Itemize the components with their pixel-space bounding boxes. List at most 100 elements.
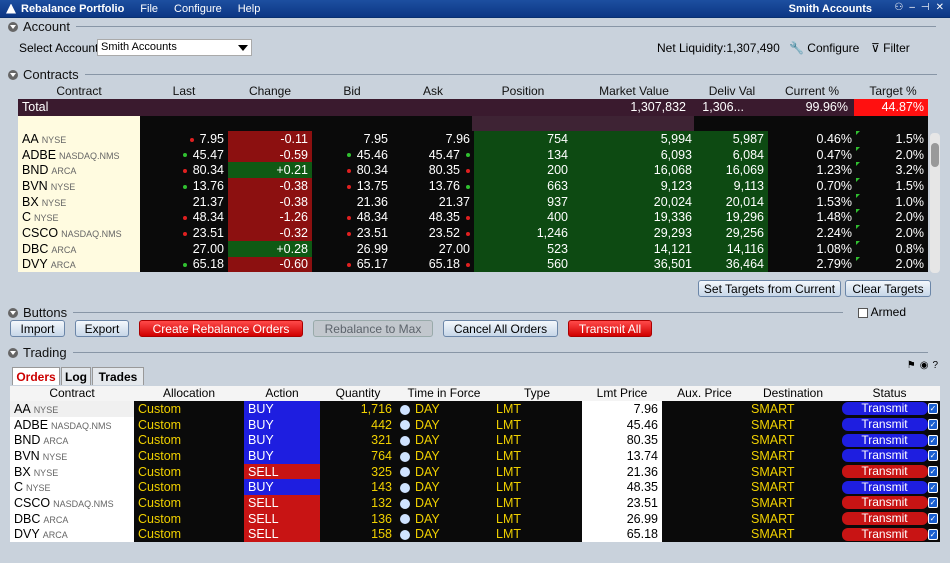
dropdown-icon[interactable] — [400, 404, 410, 415]
aux-price-cell[interactable] — [662, 510, 747, 527]
destination-cell[interactable]: SMART — [747, 510, 839, 527]
collapse-icon[interactable] — [8, 307, 18, 318]
configure-button[interactable]: 🔧 Configure — [789, 41, 859, 55]
menu-help[interactable]: Help — [238, 3, 261, 15]
buttons-section-header[interactable]: Buttons — [8, 305, 844, 320]
help-icon[interactable]: ? — [932, 360, 938, 371]
lmt-price-cell[interactable]: 48.35 — [582, 479, 662, 496]
total-target-pct[interactable]: 44.87% — [854, 99, 928, 116]
contract-row[interactable]: C NYSE 48.34 -1.26 48.34 48.35 400 19,336 19,296… — [18, 209, 928, 226]
lmt-price-cell[interactable]: 65.18 — [582, 526, 662, 543]
col-quantity[interactable]: Quantity — [320, 386, 396, 401]
action-cell[interactable]: SELL — [244, 495, 320, 511]
action-cell[interactable]: SELL — [244, 463, 320, 480]
transmit-button[interactable]: Transmit — [841, 418, 928, 432]
transmit-all-button[interactable]: Transmit All — [568, 320, 652, 337]
target-pct-cell[interactable]: 2.0% — [856, 146, 928, 163]
close-icon[interactable]: ✕ — [936, 2, 944, 13]
target-pct-cell[interactable]: 1.5% — [856, 178, 928, 194]
account-section-header[interactable]: Account — [8, 19, 936, 34]
action-cell[interactable]: BUY — [244, 401, 320, 417]
check-icon[interactable]: ✓ — [928, 434, 938, 446]
dropdown-icon[interactable] — [400, 514, 410, 525]
destination-cell[interactable]: SMART — [747, 495, 839, 511]
contract-row[interactable]: BVN NYSE 13.76 -0.38 13.75 13.76 663 9,123 9,113… — [18, 178, 928, 194]
transmit-button[interactable]: Transmit — [841, 496, 928, 510]
collapse-icon[interactable] — [8, 347, 18, 358]
contract-symbol[interactable]: AA NYSE — [18, 131, 140, 147]
export-button[interactable]: Export — [75, 320, 129, 337]
order-row[interactable]: DVY ARCA Custom SELL 158 DAY LMT 65.18 SMART Tran… — [10, 526, 940, 543]
type-cell[interactable]: LMT — [492, 401, 582, 417]
col-contract[interactable]: Contract — [18, 84, 140, 98]
tif-cell[interactable]: DAY — [396, 479, 492, 496]
quantity-cell[interactable]: 321 — [320, 432, 396, 449]
link-icon[interactable]: ⚇ — [894, 2, 903, 13]
col-order-contract[interactable]: Contract — [10, 386, 134, 401]
check-icon[interactable]: ✓ — [928, 419, 938, 431]
tif-cell[interactable]: DAY — [396, 510, 492, 527]
check-icon[interactable]: ✓ — [928, 481, 938, 493]
check-icon[interactable]: ✓ — [928, 497, 938, 509]
transmit-button[interactable]: Transmit — [841, 465, 928, 479]
dropdown-icon[interactable] — [400, 482, 410, 493]
order-row[interactable]: CSCO NASDAQ.NMS Custom SELL 132 DAY LMT 23.51 SM… — [10, 495, 940, 511]
aux-price-cell[interactable] — [662, 495, 747, 511]
dropdown-icon[interactable] — [400, 467, 410, 478]
action-cell[interactable]: SELL — [244, 510, 320, 527]
lmt-price-cell[interactable]: 80.35 — [582, 432, 662, 449]
collapse-icon[interactable] — [8, 69, 18, 80]
dropdown-icon[interactable] — [400, 498, 410, 509]
collapse-icon[interactable] — [8, 21, 18, 32]
transmit-button[interactable]: Transmit — [841, 480, 928, 494]
order-contract[interactable]: BVN NYSE — [10, 448, 134, 464]
action-cell[interactable]: SELL — [244, 526, 320, 543]
account-select[interactable]: Smith Accounts — [97, 39, 252, 56]
contracts-scrollbar[interactable] — [930, 133, 940, 273]
type-cell[interactable]: LMT — [492, 526, 582, 543]
contract-row[interactable]: BX NYSE 21.37 -0.38 21.36 21.37 937 20,024 20,01… — [18, 193, 928, 210]
target-pct-cell[interactable]: 1.0% — [856, 193, 928, 210]
target-pct-cell[interactable]: 2.0% — [856, 209, 928, 226]
order-row[interactable]: ADBE NASDAQ.NMS Custom BUY 442 DAY LMT 45.46 SMA… — [10, 416, 940, 433]
check-icon[interactable]: ✓ — [928, 528, 938, 540]
contract-row[interactable]: CSCO NASDAQ.NMS 23.51 -0.32 23.51 23.52 1,246 2… — [18, 225, 928, 241]
aux-price-cell[interactable] — [662, 463, 747, 480]
destination-cell[interactable]: SMART — [747, 448, 839, 464]
contract-row[interactable]: BND ARCA 80.34 +0.21 80.34 80.35 200 16,068 16,0… — [18, 162, 928, 179]
target-pct-cell[interactable]: 2.0% — [856, 256, 928, 273]
check-icon[interactable]: ✓ — [928, 466, 938, 478]
col-status[interactable]: Status — [839, 386, 940, 401]
menu-configure[interactable]: Configure — [174, 3, 222, 15]
contracts-section-header[interactable]: Contracts — [8, 67, 937, 82]
contract-row[interactable]: AA NYSE 7.95 -0.11 7.95 7.96 754 5,994 5,987 0.46… — [18, 131, 928, 147]
col-time-in-force[interactable]: Time in Force — [396, 386, 492, 401]
col-target-pct[interactable]: Target % — [856, 84, 930, 98]
tif-cell[interactable]: DAY — [396, 432, 492, 449]
armed-toggle[interactable]: Armed — [858, 305, 906, 319]
tab-orders[interactable]: Orders — [12, 367, 60, 385]
col-change[interactable]: Change — [228, 84, 312, 98]
allocation-cell[interactable]: Custom — [134, 448, 244, 464]
destination-cell[interactable]: SMART — [747, 416, 839, 433]
contract-symbol[interactable]: DVY ARCA — [18, 256, 140, 273]
allocation-cell[interactable]: Custom — [134, 463, 244, 480]
order-contract[interactable]: ADBE NASDAQ.NMS — [10, 416, 134, 433]
pin-icon[interactable]: ⊣ — [921, 2, 930, 13]
lmt-price-cell[interactable]: 23.51 — [582, 495, 662, 511]
contract-symbol[interactable]: BVN NYSE — [18, 178, 140, 194]
type-cell[interactable]: LMT — [492, 495, 582, 511]
allocation-cell[interactable]: Custom — [134, 510, 244, 527]
quantity-cell[interactable]: 143 — [320, 479, 396, 496]
dropdown-icon[interactable] — [400, 420, 410, 431]
quantity-cell[interactable]: 442 — [320, 416, 396, 433]
action-cell[interactable]: BUY — [244, 416, 320, 433]
lmt-price-cell[interactable]: 45.46 — [582, 416, 662, 433]
quantity-cell[interactable]: 136 — [320, 510, 396, 527]
contract-row[interactable]: DBC ARCA 27.00 +0.28 26.99 27.00 523 14,121 14,1… — [18, 240, 928, 257]
contract-symbol[interactable]: C NYSE — [18, 209, 140, 226]
transmit-button[interactable]: Transmit — [841, 512, 928, 526]
dropdown-icon[interactable] — [400, 451, 410, 462]
contract-symbol[interactable]: ADBE NASDAQ.NMS — [18, 146, 140, 163]
armed-checkbox[interactable] — [858, 307, 868, 318]
